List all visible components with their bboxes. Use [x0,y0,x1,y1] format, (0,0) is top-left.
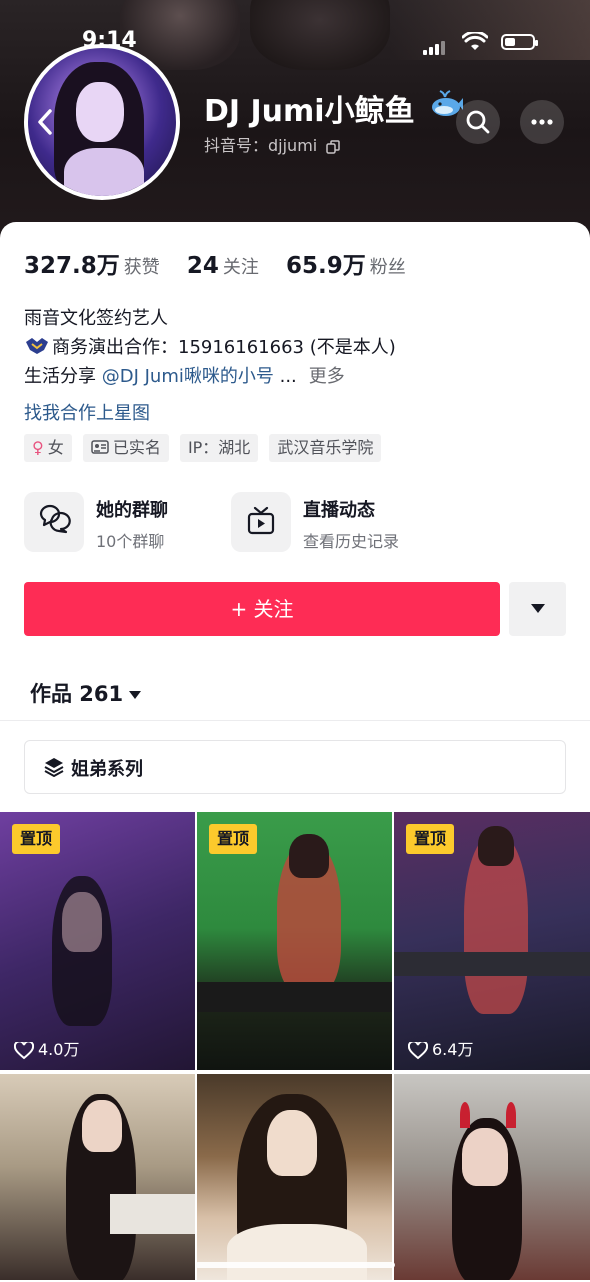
handshake-emoji-icon [26,338,48,354]
stat-likes-value: 327.8万 [24,253,120,279]
video-thumbnail[interactable]: 置顶 [197,812,392,1070]
tag-ip: IP：湖北 [179,434,259,462]
home-indicator [195,1262,395,1268]
video-likes: 6.4万 [407,1036,474,1060]
id-card-icon [91,434,109,462]
back-icon[interactable] [34,107,60,137]
live-history-entry[interactable]: 直播动态 查看历史记录 [231,490,431,552]
live-tv-icon [231,492,291,552]
group-chat-entry[interactable]: 她的群聊 10个群聊 [24,490,214,552]
stat-likes-label: 获赞 [123,257,160,278]
pinned-badge: 置顶 [209,824,258,854]
works-tab[interactable]: 作品 261 [30,678,142,708]
battery-icon [501,34,538,50]
series-label: 姐弟系列 [71,759,143,780]
search-icon [466,110,490,134]
female-icon: ♀ [32,438,44,457]
series-collection-button[interactable]: 姐弟系列 [24,740,566,794]
pinned-badge: 置顶 [12,824,61,854]
heart-icon [13,1039,35,1059]
video-grid: 置顶 4.0万 置顶 置顶 6.4万 [0,812,590,1280]
video-thumbnail[interactable]: 置顶 6.4万 [394,812,590,1070]
bio-line-3: 生活分享 @DJ Jumi啾咪的小号 ... 更多 [24,362,396,391]
more-dots-icon [531,119,553,125]
video-thumbnail[interactable] [197,1074,392,1280]
video-likes: 4.0万 [13,1036,80,1060]
live-history-title: 直播动态 [303,500,375,521]
video-thumbnail[interactable]: 置顶 4.0万 [0,812,195,1070]
bio-more-button[interactable]: 更多 [309,366,345,387]
stat-followers[interactable]: 65.9万 粉丝 [286,246,406,280]
group-chat-title: 她的群聊 [96,500,168,521]
bio-line-2-text: 商务演出合作：15916161663 (不是本人) [52,337,396,358]
video-thumbnail[interactable] [394,1074,590,1280]
stat-likes[interactable]: 327.8万 获赞 [24,246,160,280]
tag-gender: ♀ 女 [24,434,72,462]
profile-name: DJ Jumi小鲸鱼 [204,94,415,129]
tag-verified: 已实名 [82,434,169,462]
cellular-signal-icon [423,36,447,55]
caret-down-icon [129,691,142,699]
follow-button[interactable]: + 关注 [24,582,500,636]
recommend-dropdown-button[interactable] [509,582,566,636]
group-chat-subtitle: 10个群聊 [96,532,165,551]
profile-tags: ♀ 女 已实名 IP：湖北 武汉音乐学院 [24,434,387,462]
bio-line-3-prefix: 生活分享 [24,366,102,387]
pinned-badge: 置顶 [406,824,455,854]
video-thumbnail[interactable] [0,1074,195,1280]
douyin-id[interactable]: 抖音号：djjumi [204,132,341,156]
works-tab-label: 作品 261 [30,682,124,706]
heart-icon [407,1039,429,1059]
stat-followers-value: 65.9万 [285,253,366,279]
video-likes-count: 4.0万 [38,1040,80,1059]
bio-ellipsis: ... [273,366,297,387]
tag-gender-label: 女 [47,438,64,457]
wifi-icon [461,30,489,56]
bio-mention-link[interactable]: @DJ Jumi啾咪的小号 [102,366,274,387]
more-options-button[interactable] [520,100,564,144]
caret-down-icon [531,604,545,613]
bio-line-2: 商务演出合作：15916161663 (不是本人) [24,333,396,362]
collab-star-map-link[interactable]: 找我合作上星图 [24,399,150,425]
douyin-id-text: 抖音号：djjumi [204,136,318,155]
stat-following-label: 关注 [222,257,259,278]
tab-divider [0,720,590,721]
bio-line-1: 雨音文化签约艺人 [24,308,168,329]
tag-school: 武汉音乐学院 [269,434,382,462]
stat-following[interactable]: 24 关注 [187,253,259,279]
tag-verified-label: 已实名 [112,438,161,457]
stat-following-value: 24 [186,253,219,279]
live-history-subtitle: 查看历史记录 [303,532,400,551]
video-likes-count: 6.4万 [432,1040,474,1059]
profile-stats: 327.8万 获赞 24 关注 65.9万 粉丝 [24,246,428,280]
stat-followers-label: 粉丝 [369,257,406,278]
copy-icon[interactable] [326,139,341,154]
layers-icon [43,756,65,782]
chat-bubbles-icon [24,492,84,552]
search-button[interactable] [456,100,500,144]
profile-bio: 雨音文化签约艺人 商务演出合作：15916161663 (不是本人) 生活分享 … [24,304,396,391]
